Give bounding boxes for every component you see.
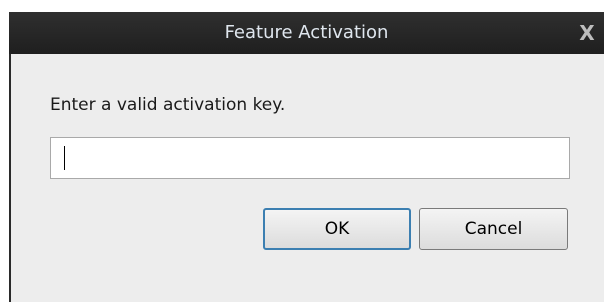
title-bar[interactable]: Feature Activation X <box>9 12 604 54</box>
ok-button[interactable]: OK <box>263 208 411 250</box>
text-caret <box>64 146 65 170</box>
close-icon[interactable]: X <box>575 12 599 54</box>
cancel-button[interactable]: Cancel <box>419 208 568 250</box>
activation-key-input[interactable] <box>50 137 570 179</box>
window-border <box>9 54 11 302</box>
activation-prompt: Enter a valid activation key. <box>50 95 286 115</box>
feature-activation-dialog: Feature Activation X Enter a valid activ… <box>9 12 604 302</box>
dialog-title: Feature Activation <box>224 22 389 43</box>
